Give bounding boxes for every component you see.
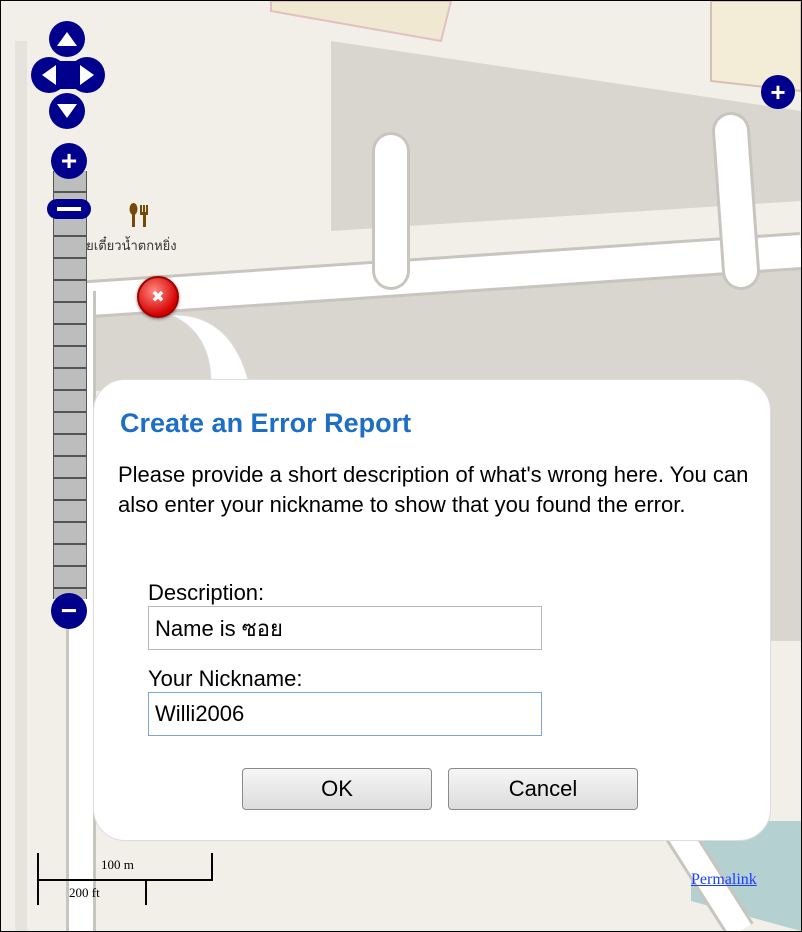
- zoom-slider-handle[interactable]: [47, 199, 91, 219]
- road: [715, 115, 757, 287]
- scale-metric-label: 100 m: [101, 857, 134, 872]
- cancel-button[interactable]: Cancel: [448, 768, 638, 810]
- error-report-popup: Create an Error Report Please provide a …: [93, 379, 771, 841]
- restaurant-icon[interactable]: [129, 203, 151, 233]
- popup-title: Create an Error Report: [120, 408, 412, 438]
- map-viewport[interactable]: ก๋วยเตี๋ยวน้ำตกหยิ่ง + − + ✖ Create an E…: [0, 0, 802, 932]
- scale-imperial-label: 200 ft: [69, 885, 100, 900]
- close-icon: ✖: [151, 289, 165, 306]
- arrow-left-icon: [42, 65, 56, 85]
- arrow-right-icon: [80, 65, 94, 85]
- description-label: Description:: [148, 580, 265, 605]
- popup-description-text: Please provide a short description of wh…: [118, 462, 749, 517]
- layer-switcher-button[interactable]: +: [761, 75, 795, 109]
- zoom-in-button[interactable]: +: [51, 143, 87, 179]
- description-input[interactable]: [148, 606, 542, 650]
- arrow-down-icon: [57, 104, 77, 118]
- pan-up-button[interactable]: [49, 21, 85, 57]
- zoom-bar[interactable]: [53, 171, 87, 599]
- pan-control: [31, 21, 107, 131]
- nickname-label: Your Nickname:: [148, 666, 303, 691]
- arrow-up-icon: [57, 32, 77, 46]
- scale-line: 100 m 200 ft: [37, 853, 217, 905]
- nickname-input[interactable]: [148, 692, 542, 736]
- error-marker[interactable]: ✖: [137, 276, 179, 318]
- pan-down-button[interactable]: [49, 93, 85, 129]
- pan-left-button[interactable]: [31, 57, 67, 93]
- ok-button[interactable]: OK: [242, 768, 432, 810]
- permalink-link[interactable]: Permalink: [691, 871, 757, 889]
- zoom-out-button[interactable]: −: [51, 593, 87, 629]
- pan-right-button[interactable]: [69, 57, 105, 93]
